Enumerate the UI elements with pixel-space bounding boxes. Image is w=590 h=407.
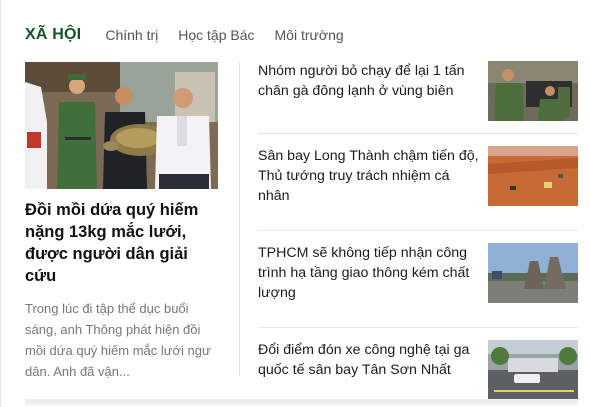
section-nav: XÃ HỘI Chính trị Học tập Bác Môi trường <box>25 24 364 46</box>
bottom-divider <box>25 399 578 405</box>
column-divider <box>239 62 240 376</box>
tab-moi-truong[interactable]: Môi trường <box>275 27 344 43</box>
article-title[interactable]: Nhóm người bỏ chạy để lại 1 tấn chân gà … <box>258 61 480 101</box>
article-list: Nhóm người bỏ chạy để lại 1 tấn chân gà … <box>258 61 578 402</box>
article-thumbnail[interactable] <box>488 61 578 121</box>
article-thumbnail[interactable] <box>488 340 578 400</box>
list-item[interactable]: Sân bay Long Thành chậm tiến độ, Thủ tướ… <box>258 146 578 231</box>
tab-chinh-tri[interactable]: Chính trị <box>105 27 158 43</box>
article-title[interactable]: Đổi điểm đón xe công nghệ tại ga quốc tế… <box>258 340 480 380</box>
article-thumbnail[interactable] <box>488 243 578 303</box>
list-item[interactable]: Nhóm người bỏ chạy để lại 1 tấn chân gà … <box>258 61 578 134</box>
featured-excerpt: Trong lúc đi tập thể dục buổi sáng, anh … <box>25 301 211 379</box>
tab-hoc-tap-bac[interactable]: Học tập Bác <box>178 27 254 43</box>
list-item[interactable]: TPHCM sẽ không tiếp nhận công trình hạ t… <box>258 243 578 328</box>
list-item[interactable]: Đổi điểm đón xe công nghệ tại ga quốc tế… <box>258 340 578 402</box>
featured-article[interactable]: Đồi mồi dứa quý hiếm nặng 13kg mắc lưới,… <box>25 62 218 382</box>
featured-title[interactable]: Đồi mồi dứa quý hiếm nặng 13kg mắc lưới,… <box>25 199 218 287</box>
article-title[interactable]: TPHCM sẽ không tiếp nhận công trình hạ t… <box>258 243 480 303</box>
article-title[interactable]: Sân bay Long Thành chậm tiến độ, Thủ tướ… <box>258 146 480 206</box>
left-border <box>0 0 1 407</box>
article-thumbnail[interactable] <box>488 146 578 206</box>
section-title[interactable]: XÃ HỘI <box>25 26 81 44</box>
featured-photo[interactable] <box>25 62 218 189</box>
